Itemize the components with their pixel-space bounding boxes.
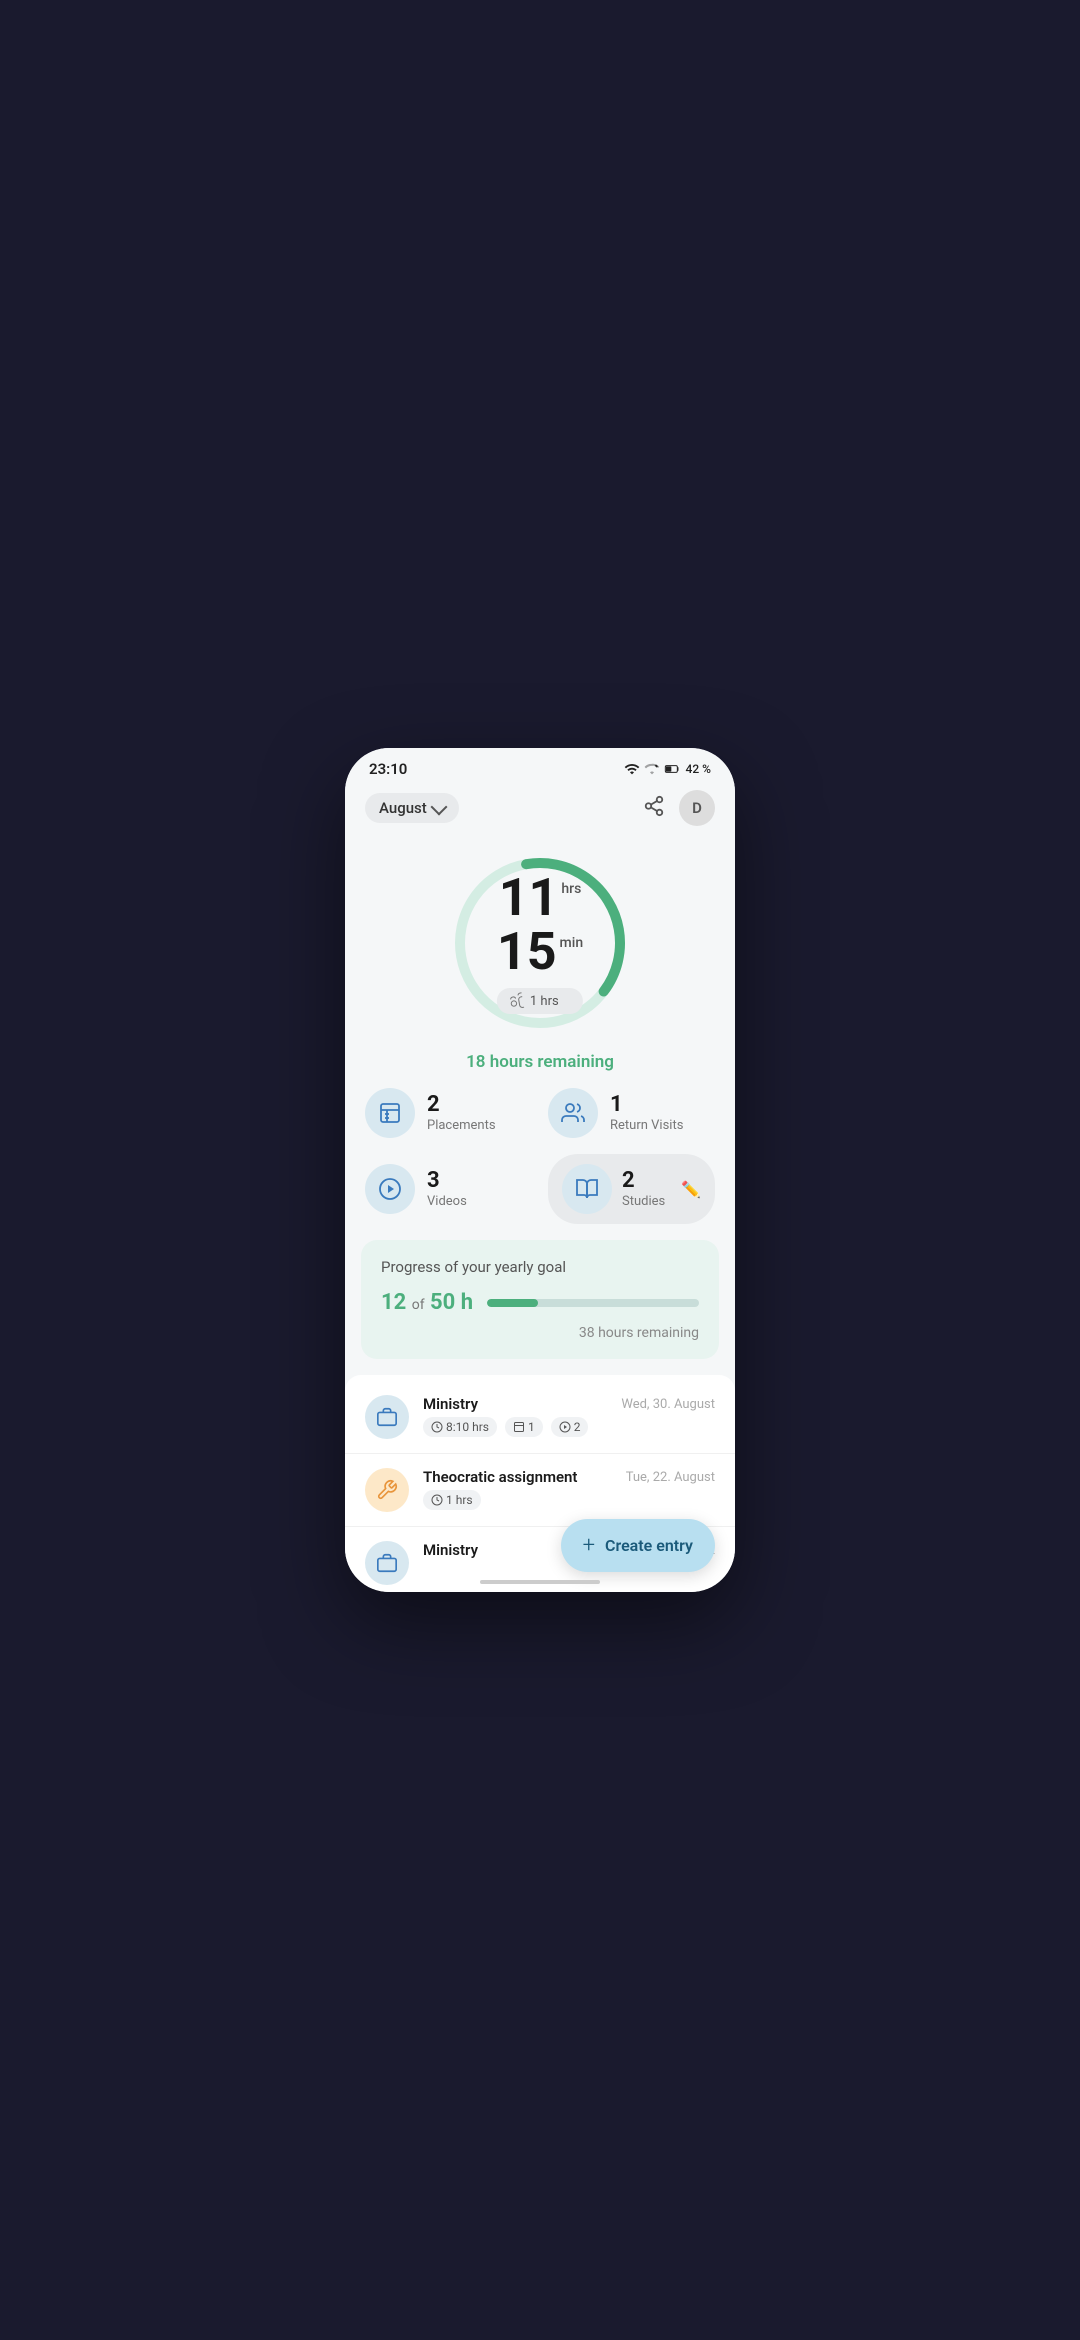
header: August D bbox=[345, 782, 735, 838]
wifi-icon bbox=[624, 761, 640, 777]
entry-time-badge-2: 1 hrs bbox=[423, 1490, 481, 1510]
ldc-badge: 1 hrs bbox=[497, 988, 583, 1014]
progress-bar-container bbox=[487, 1299, 699, 1307]
progress-circle: 11 hrs 15 min bbox=[445, 848, 635, 1038]
status-icons: 42 % bbox=[624, 761, 711, 777]
studies-icon bbox=[575, 1177, 599, 1201]
progress-current: 12 bbox=[381, 1290, 406, 1315]
entry-date-2: Tue, 22. August bbox=[626, 1470, 715, 1485]
yearly-goal-card: Progress of your yearly goal 12 of 50 h … bbox=[361, 1240, 719, 1359]
edit-icon[interactable]: ✏️ bbox=[681, 1180, 701, 1199]
entry-right-1: Wed, 30. August bbox=[621, 1395, 715, 1412]
share-icon bbox=[643, 795, 665, 817]
placements-number: 2 bbox=[427, 1094, 496, 1116]
battery-text: 42 % bbox=[686, 762, 711, 776]
entry-icon-theocratic bbox=[365, 1468, 409, 1512]
clock-icon bbox=[431, 1421, 443, 1433]
videos-icon bbox=[378, 1177, 402, 1201]
yearly-goal-progress: 12 of 50 h bbox=[381, 1290, 699, 1315]
placements-icon bbox=[378, 1101, 402, 1125]
studies-number: 2 bbox=[622, 1170, 665, 1192]
progress-numbers: 12 of 50 h bbox=[381, 1290, 473, 1315]
progress-of: of bbox=[408, 1297, 428, 1313]
fab-plus-icon: + bbox=[583, 1533, 595, 1558]
header-actions: D bbox=[643, 790, 715, 826]
ldc-icon bbox=[508, 992, 527, 1011]
month-selector[interactable]: August bbox=[365, 793, 459, 823]
entry-meta-1: 8:10 hrs 1 2 bbox=[423, 1417, 607, 1437]
minutes-value: 15 bbox=[497, 926, 557, 978]
fab-label: Create entry bbox=[605, 1536, 693, 1555]
stat-placements: 2 Placements bbox=[365, 1088, 532, 1138]
entry-placements-badge-1: 1 bbox=[505, 1417, 543, 1437]
progress-total: 50 h bbox=[430, 1290, 473, 1315]
placements-icon-circle bbox=[365, 1088, 415, 1138]
entry-title-1: Ministry bbox=[423, 1395, 607, 1413]
doc-icon bbox=[513, 1421, 525, 1433]
create-entry-button[interactable]: + Create entry bbox=[561, 1519, 715, 1572]
ministry-icon bbox=[376, 1406, 398, 1428]
status-bar: 23:10 42 % bbox=[345, 748, 735, 782]
videos-info: 3 Videos bbox=[427, 1170, 467, 1209]
play-icon bbox=[559, 1421, 571, 1433]
entry-meta-2: 1 hrs bbox=[423, 1490, 612, 1510]
avatar[interactable]: D bbox=[679, 790, 715, 826]
ldc-hours: 1 hrs bbox=[530, 994, 559, 1009]
return-visits-number: 1 bbox=[610, 1094, 683, 1116]
signal-icon bbox=[644, 761, 660, 777]
fab-container: + Create entry bbox=[345, 1519, 735, 1572]
circle-section: 11 hrs 15 min bbox=[345, 838, 735, 1088]
status-time: 23:10 bbox=[369, 760, 407, 778]
stat-studies[interactable]: 2 Studies ✏️ bbox=[548, 1154, 715, 1224]
hours-unit: hrs bbox=[561, 880, 581, 900]
entry-content-2: Theocratic assignment 1 hrs bbox=[423, 1468, 612, 1510]
stat-videos: 3 Videos bbox=[365, 1154, 532, 1224]
placements-label: Placements bbox=[427, 1118, 496, 1133]
studies-label: Studies bbox=[622, 1194, 665, 1209]
entry-item-2[interactable]: Theocratic assignment 1 hrs Tue, 22. Aug… bbox=[345, 1454, 735, 1527]
studies-info: 2 Studies bbox=[622, 1170, 665, 1209]
clock-icon-2 bbox=[431, 1494, 443, 1506]
return-visits-label: Return Visits bbox=[610, 1118, 683, 1133]
yearly-remaining: 38 hours remaining bbox=[381, 1325, 699, 1341]
videos-number: 3 bbox=[427, 1170, 467, 1192]
month-label: August bbox=[379, 799, 427, 817]
yearly-goal-title: Progress of your yearly goal bbox=[381, 1258, 699, 1276]
chevron-down-icon bbox=[430, 798, 447, 815]
wrench-icon bbox=[376, 1479, 398, 1501]
entry-item[interactable]: Ministry 8:10 hrs 1 bbox=[345, 1381, 735, 1454]
entry-title-2: Theocratic assignment bbox=[423, 1468, 612, 1486]
share-button[interactable] bbox=[643, 795, 665, 821]
return-visits-info: 1 Return Visits bbox=[610, 1094, 683, 1133]
minutes-unit: min bbox=[560, 934, 584, 954]
home-indicator bbox=[480, 1580, 600, 1584]
return-visits-icon bbox=[561, 1101, 585, 1125]
remaining-text: 18 hours remaining bbox=[466, 1052, 614, 1072]
stats-grid: 2 Placements 1 Return Visits bbox=[345, 1088, 735, 1240]
entry-time-badge-1: 8:10 hrs bbox=[423, 1417, 497, 1437]
battery-icon bbox=[664, 761, 680, 777]
placements-info: 2 Placements bbox=[427, 1094, 496, 1133]
videos-icon-circle bbox=[365, 1164, 415, 1214]
entry-content-1: Ministry 8:10 hrs 1 bbox=[423, 1395, 607, 1437]
entry-icon-ministry-1 bbox=[365, 1395, 409, 1439]
entry-date-1: Wed, 30. August bbox=[621, 1397, 715, 1412]
entry-videos-badge-1: 2 bbox=[551, 1417, 589, 1437]
circle-center: 11 hrs 15 min bbox=[497, 872, 583, 1014]
studies-icon-circle bbox=[562, 1164, 612, 1214]
entry-right-2: Tue, 22. August bbox=[626, 1468, 715, 1485]
hours-value: 11 bbox=[499, 872, 559, 924]
progress-bar-fill bbox=[487, 1299, 538, 1307]
videos-label: Videos bbox=[427, 1194, 467, 1209]
return-visits-icon-circle bbox=[548, 1088, 598, 1138]
stat-return-visits: 1 Return Visits bbox=[548, 1088, 715, 1138]
